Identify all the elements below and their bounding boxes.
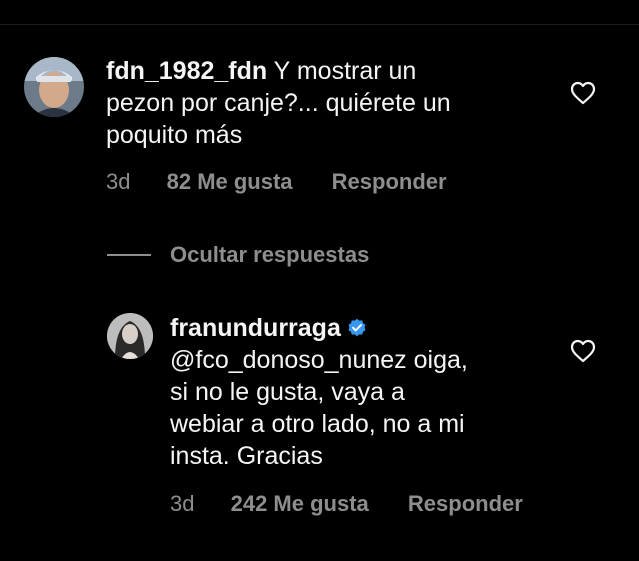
comment-text-line: Y mostrar un: [267, 57, 417, 85]
comment-likes[interactable]: 82 Me gusta: [167, 169, 293, 195]
comment-text: fdn_1982_fdn Y mostrar un pezon por canj…: [106, 55, 576, 151]
avatar[interactable]: [24, 57, 84, 117]
comment-username[interactable]: fdn_1982_fdn: [106, 57, 267, 85]
reply-button[interactable]: Responder: [408, 491, 523, 517]
reply-text: franundurraga @fco_donoso_nunez oiga, si…: [170, 312, 570, 472]
like-button[interactable]: [570, 339, 596, 363]
avatar-image: [24, 57, 84, 117]
verified-badge-icon: [348, 318, 366, 337]
comment-text-line: pezon por canje?... quiérete un: [106, 89, 451, 117]
reply-username[interactable]: franundurraga: [170, 314, 341, 342]
reply-item: franundurraga @fco_donoso_nunez oiga, si…: [0, 300, 639, 540]
reply-text-line: @fco_donoso_nunez oiga,: [170, 346, 468, 374]
like-button[interactable]: [570, 81, 596, 105]
heart-outline-icon: [570, 339, 596, 363]
reply-button[interactable]: Responder: [332, 169, 447, 195]
reply-meta: 3d 242 Me gusta Responder: [170, 491, 523, 517]
hide-replies-line: [107, 254, 151, 256]
comment-time[interactable]: 3d: [106, 169, 130, 195]
comment-text-line: poquito más: [106, 121, 243, 149]
comment-meta: 3d 82 Me gusta Responder: [106, 169, 447, 195]
reply-text-line: si no le gusta, vaya a: [170, 378, 405, 406]
hide-replies-toggle[interactable]: Ocultar respuestas: [107, 240, 369, 270]
reply-text-line: webiar a otro lado, no a mi: [170, 410, 465, 438]
reply-likes[interactable]: 242 Me gusta: [231, 491, 369, 517]
heart-outline-icon: [570, 81, 596, 105]
avatar[interactable]: [107, 313, 153, 359]
reply-time[interactable]: 3d: [170, 491, 194, 517]
comment-item: fdn_1982_fdn Y mostrar un pezon por canj…: [0, 0, 639, 220]
reply-text-line: insta. Gracias: [170, 442, 323, 470]
avatar-image: [107, 313, 153, 359]
hide-replies-label: Ocultar respuestas: [170, 242, 370, 267]
